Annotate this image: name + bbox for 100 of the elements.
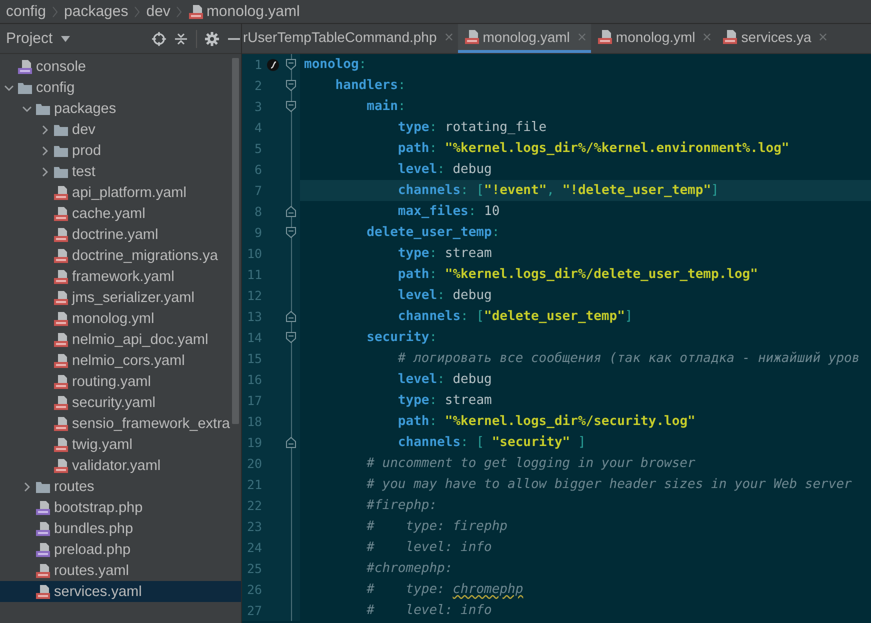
editor-tab[interactable]: rUserTempTableCommand.php xyxy=(242,24,458,53)
yaml-file-icon xyxy=(53,310,69,326)
code-line: level: debug xyxy=(396,287,493,305)
tree-item[interactable]: jms_serializer.yaml xyxy=(0,287,241,308)
tree-item[interactable]: packages xyxy=(0,98,241,119)
tree-item[interactable]: routing.yaml xyxy=(0,371,241,392)
code-line: type: stream xyxy=(396,245,493,263)
yaml-file-icon xyxy=(188,4,204,20)
tree-item-label: bundles.php xyxy=(54,520,134,536)
fold-marker-icon[interactable] xyxy=(286,101,296,112)
tree-item[interactable]: bootstrap.php xyxy=(0,497,241,518)
fold-marker-icon[interactable] xyxy=(286,311,296,322)
line-number: 24 xyxy=(246,540,262,555)
tree-item[interactable]: config xyxy=(0,77,241,98)
yaml-file-icon xyxy=(53,184,69,200)
fold-marker-icon[interactable] xyxy=(286,227,296,238)
tree-item-label: packages xyxy=(54,100,116,116)
yaml-file-icon xyxy=(53,352,69,368)
editor-tab[interactable]: monolog.yml xyxy=(590,24,716,53)
fold-marker-icon[interactable] xyxy=(286,59,296,70)
crosshair-icon[interactable] xyxy=(152,32,166,46)
scrollbar-thumb[interactable] xyxy=(232,58,239,424)
tree-item[interactable]: bundles.php xyxy=(0,518,241,539)
tree-item[interactable]: prod xyxy=(0,140,241,161)
settings-icon[interactable] xyxy=(205,32,219,46)
line-number: 22 xyxy=(246,498,262,513)
fold-marker-icon[interactable] xyxy=(286,206,296,217)
tree-item[interactable]: sensio_framework_extra xyxy=(0,413,241,434)
php-file-icon xyxy=(17,58,33,74)
tree-item-label: routing.yaml xyxy=(72,374,151,390)
tree-item[interactable]: test xyxy=(0,161,241,182)
code-line: main: xyxy=(366,98,407,116)
php-file-icon xyxy=(35,542,51,558)
tree-item[interactable]: routes xyxy=(0,476,241,497)
chevron-right-icon[interactable] xyxy=(40,166,50,176)
code-line: path: "%kernel.logs_dir%/delete_user_temp.log" xyxy=(396,266,759,284)
editor-tab[interactable]: services.ya xyxy=(716,24,832,53)
chevron-down-icon[interactable] xyxy=(22,104,32,114)
chevron-right-icon[interactable] xyxy=(40,124,50,134)
tree-item[interactable]: api_platform.yaml xyxy=(0,182,241,203)
line-number: 10 xyxy=(246,246,262,261)
yaml-file-icon xyxy=(722,29,738,45)
tree-item-label: routes.yaml xyxy=(54,562,129,578)
folder-icon xyxy=(53,164,69,178)
code-line: delete_user_temp: xyxy=(366,224,501,242)
collapse-all-icon[interactable] xyxy=(174,32,188,46)
tree-item[interactable]: doctrine.yaml xyxy=(0,224,241,245)
tree-item[interactable]: twig.yaml xyxy=(0,434,241,455)
tree-item[interactable]: nelmio_api_doc.yaml xyxy=(0,329,241,350)
code-line: #firephp: xyxy=(366,497,438,515)
yaml-file-icon xyxy=(53,436,69,452)
tree-item[interactable]: routes.yaml xyxy=(0,560,241,581)
editor-tab[interactable]: monolog.yaml xyxy=(458,24,591,53)
tree-item[interactable]: preload.php xyxy=(0,539,241,560)
yaml-file-icon xyxy=(53,206,69,222)
tree-item[interactable]: console xyxy=(0,56,241,77)
breadcrumb-item[interactable]: packages xyxy=(64,3,128,20)
caret-down-icon xyxy=(60,36,70,42)
line-number: 4 xyxy=(253,120,262,135)
code-line: path: "%kernel.logs_dir%/security.log" xyxy=(396,413,696,431)
tree-item-label: security.yaml xyxy=(72,394,156,410)
tree-item-label: dev xyxy=(72,122,96,138)
tree-item[interactable]: monolog.yml xyxy=(0,308,241,329)
tree-item-label: services.yaml xyxy=(54,584,142,600)
yaml-file-icon xyxy=(35,562,51,578)
tree-item-label: twig.yaml xyxy=(72,436,132,452)
line-number: 13 xyxy=(246,309,262,324)
fold-marker-icon[interactable] xyxy=(286,437,296,448)
folder-icon xyxy=(35,102,51,116)
breadcrumb-item[interactable]: monolog.yaml xyxy=(188,3,300,20)
tree-item[interactable]: doctrine_migrations.ya xyxy=(0,245,241,266)
project-view-dropdown[interactable]: Project xyxy=(4,30,72,47)
tree-item-label: config xyxy=(36,80,75,96)
chevron-down-icon[interactable] xyxy=(4,82,14,92)
line-number: 6 xyxy=(253,162,262,177)
tree-item-label: framework.yaml xyxy=(72,268,174,284)
tree-item-label: console xyxy=(36,58,86,74)
tree-item[interactable]: services.yaml xyxy=(0,581,241,602)
yaml-file-icon xyxy=(53,268,69,284)
chevron-right-icon[interactable] xyxy=(22,482,32,492)
tree-item[interactable]: cache.yaml xyxy=(0,203,241,224)
breadcrumb-item[interactable]: dev xyxy=(146,3,170,20)
tree-item[interactable]: security.yaml xyxy=(0,392,241,413)
tree-item-label: preload.php xyxy=(54,542,131,558)
line-number: 11 xyxy=(246,267,262,282)
line-number: 1 xyxy=(253,57,262,72)
code-line: path: "%kernel.logs_dir%/%kernel.environment%.log" xyxy=(396,140,790,158)
tree-item[interactable]: dev xyxy=(0,119,241,140)
code-line: # level: info xyxy=(366,539,493,557)
tree-item[interactable]: validator.yaml xyxy=(0,455,241,476)
breadcrumb-item[interactable]: config xyxy=(6,3,46,20)
line-number: 23 xyxy=(246,519,262,534)
fold-marker-icon[interactable] xyxy=(286,80,296,91)
breadcrumb-separator-icon xyxy=(176,6,182,18)
code-line: type: rotating_file xyxy=(396,119,548,137)
chevron-right-icon[interactable] xyxy=(40,146,50,156)
tree-item[interactable]: framework.yaml xyxy=(0,266,241,287)
tree-item[interactable]: nelmio_cors.yaml xyxy=(0,350,241,371)
fold-marker-icon[interactable] xyxy=(286,332,296,343)
code-line: #chromephp: xyxy=(366,560,454,578)
